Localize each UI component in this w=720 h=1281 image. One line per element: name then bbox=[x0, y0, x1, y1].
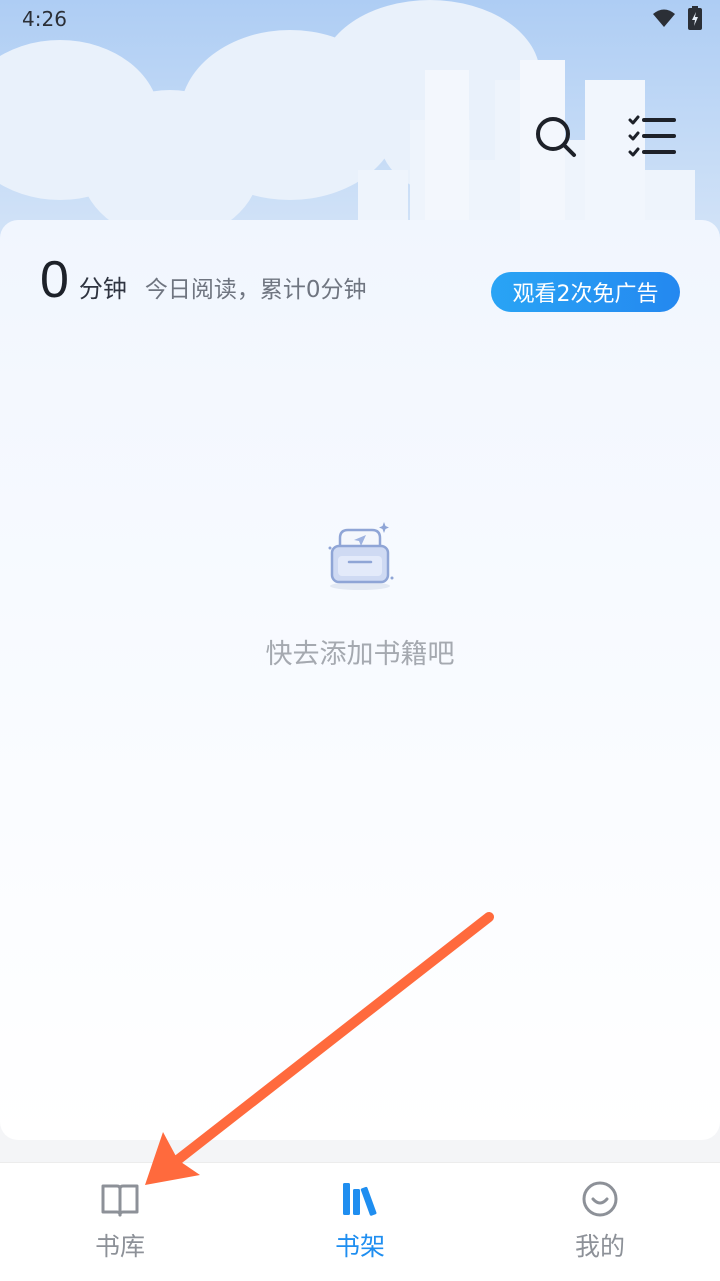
list-check-icon bbox=[628, 115, 676, 157]
reading-stats: 0 分钟 今日阅读，累计0分钟 bbox=[40, 250, 367, 310]
system-icons bbox=[652, 6, 702, 30]
bottom-tab-bar: 书库 书架 我的 bbox=[0, 1162, 720, 1281]
tab-bookshelf[interactable]: 书架 bbox=[280, 1179, 440, 1279]
search-button[interactable] bbox=[530, 112, 580, 162]
tab-bookshelf-label: 书架 bbox=[334, 1232, 385, 1261]
open-book-icon bbox=[101, 1184, 139, 1217]
tab-library[interactable]: 书库 bbox=[40, 1179, 200, 1279]
tab-library-label: 书库 bbox=[94, 1232, 145, 1261]
tab-mine-label: 我的 bbox=[574, 1232, 625, 1261]
reading-description: 今日阅读，累计0分钟 bbox=[144, 277, 367, 303]
empty-state-text: 快去添加书籍吧 bbox=[265, 639, 455, 670]
bookshelf-card bbox=[0, 220, 720, 1140]
reading-minutes-unit: 分钟 bbox=[78, 275, 127, 303]
reading-minutes-value: 0 bbox=[40, 251, 69, 309]
bookshelf-icon bbox=[343, 1183, 377, 1216]
manage-list-button[interactable] bbox=[626, 112, 676, 162]
search-icon bbox=[536, 117, 576, 157]
empty-box-icon bbox=[328, 522, 394, 590]
wifi-icon bbox=[653, 9, 675, 27]
watch-ad-button[interactable]: 观看2次免广告 bbox=[491, 272, 680, 312]
status-time: 4:26 bbox=[22, 7, 67, 31]
battery-icon bbox=[688, 6, 702, 30]
tab-mine[interactable]: 我的 bbox=[520, 1179, 680, 1279]
status-bar: 4:26 bbox=[0, 0, 720, 38]
smiley-icon bbox=[582, 1181, 618, 1217]
